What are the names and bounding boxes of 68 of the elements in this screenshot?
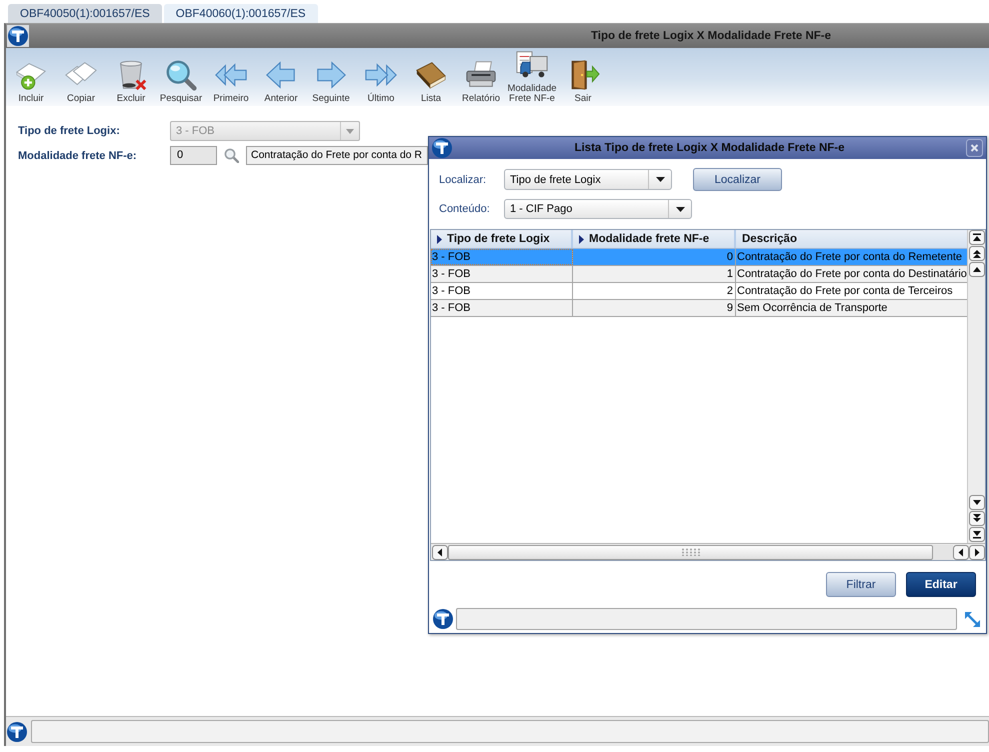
freight-mode-button[interactable]: Modalidade Frete NF-e — [506, 48, 558, 106]
edit-button[interactable]: Editar — [906, 572, 976, 597]
vertical-scrollbar[interactable] — [967, 230, 985, 543]
search-icon — [164, 58, 198, 92]
table-cell-text: Contratação do Frete por conta do Destinatário — [736, 267, 967, 282]
scroll-to-top-icon[interactable] — [968, 230, 984, 245]
column-header[interactable]: Tipo de frete Logix — [431, 230, 573, 248]
field-label: Modalidade frete NF-e: — [18, 150, 138, 162]
list-button[interactable]: Lista — [406, 48, 456, 106]
table-cell: 3 - FOB — [431, 300, 573, 316]
table-row[interactable]: 3 - FOB 0 Contratação do Frete por conta do Remetente — [431, 249, 967, 266]
table-cell: 3 - FOB — [431, 283, 573, 299]
first-button[interactable]: Primeiro — [206, 48, 256, 106]
search-button[interactable]: Pesquisar — [156, 48, 206, 106]
next-button[interactable]: Seguinte — [306, 48, 356, 106]
scroll-left-icon[interactable] — [432, 544, 448, 560]
scroll-left-icon[interactable] — [953, 544, 969, 560]
dropdown[interactable]: Tipo de frete Logix — [504, 169, 672, 190]
search-button[interactable]: Localizar — [693, 168, 782, 191]
field-label: Tipo de frete Logix: — [18, 125, 121, 137]
table-cell: 2 — [573, 283, 736, 299]
scroll-down-icon[interactable] — [968, 495, 984, 510]
add-button[interactable]: Incluir — [6, 48, 56, 106]
description-field: Contratação do Frete por conta do R — [246, 146, 428, 165]
last-button[interactable]: Último — [356, 48, 406, 106]
tab[interactable]: OBF40050(1):001657/ES — [8, 4, 162, 23]
scroll-right-icon[interactable] — [969, 544, 985, 560]
page-up-icon[interactable] — [968, 246, 984, 261]
copy-button[interactable]: Copiar — [56, 48, 106, 106]
table-cell: 9 — [573, 300, 736, 316]
scrollbar-thumb[interactable] — [448, 544, 933, 560]
horizontal-scrollbar[interactable] — [431, 543, 985, 560]
table-cell-text: Contratação do Frete por conta de Terceiros — [736, 284, 954, 299]
table-cell-text: Sem Ocorrência de Transporte — [736, 301, 888, 316]
previous-button[interactable]: Anterior — [256, 48, 306, 106]
table-row[interactable]: 3 - FOB 2 Contratação do Frete por conta de Terceiros — [431, 283, 967, 300]
table-cell: 3 - FOB — [431, 249, 573, 265]
exit-button[interactable]: Sair — [558, 48, 608, 106]
table-row[interactable]: 3 - FOB 9 Sem Ocorrência de Transporte — [431, 300, 967, 317]
logo-icon — [432, 608, 454, 630]
table-cell-text: Contratação do Frete por conta do Remetente — [736, 250, 964, 265]
logo-icon — [6, 720, 28, 742]
caret-icon — [676, 206, 684, 212]
filter-label: Conteúdo: — [439, 203, 491, 215]
table-cell: 1 — [573, 266, 736, 282]
table-row[interactable]: 3 - FOB 1 Contratação do Frete por conta do Destinatário — [431, 266, 967, 283]
scroll-up-icon[interactable] — [968, 262, 984, 277]
caret-icon — [346, 128, 354, 134]
search-icon[interactable] — [224, 148, 239, 163]
dialog-title: Lista Tipo de frete Logix X Modalidade Frete NF-e — [573, 142, 846, 154]
column-header[interactable]: Modalidade frete NF-e — [573, 230, 736, 248]
dropdown[interactable]: 1 - CIF Pago — [504, 199, 692, 219]
filter-label: Localizar: — [439, 174, 488, 186]
scroll-to-bottom-icon[interactable] — [968, 527, 984, 542]
resize-icon[interactable] — [964, 610, 981, 628]
filter-button[interactable]: Filtrar — [826, 572, 896, 597]
close-icon[interactable] — [966, 139, 983, 157]
code-field[interactable]: 0 — [170, 146, 217, 165]
window-title: Tipo de frete Logix X Modalidade Frete NF-e — [590, 30, 831, 42]
page-down-icon[interactable] — [968, 511, 984, 526]
column-header[interactable]: Descrição — [736, 230, 967, 248]
print-button[interactable]: Relatório — [456, 48, 506, 106]
logo-icon — [7, 25, 29, 47]
delete-button[interactable]: Excluir — [106, 48, 156, 106]
table-cell: 0 — [573, 249, 736, 265]
table-cell: 3 - FOB — [431, 266, 573, 282]
tab[interactable]: OBF40060(1):001657/ES — [164, 4, 318, 23]
caret-icon — [656, 177, 664, 182]
